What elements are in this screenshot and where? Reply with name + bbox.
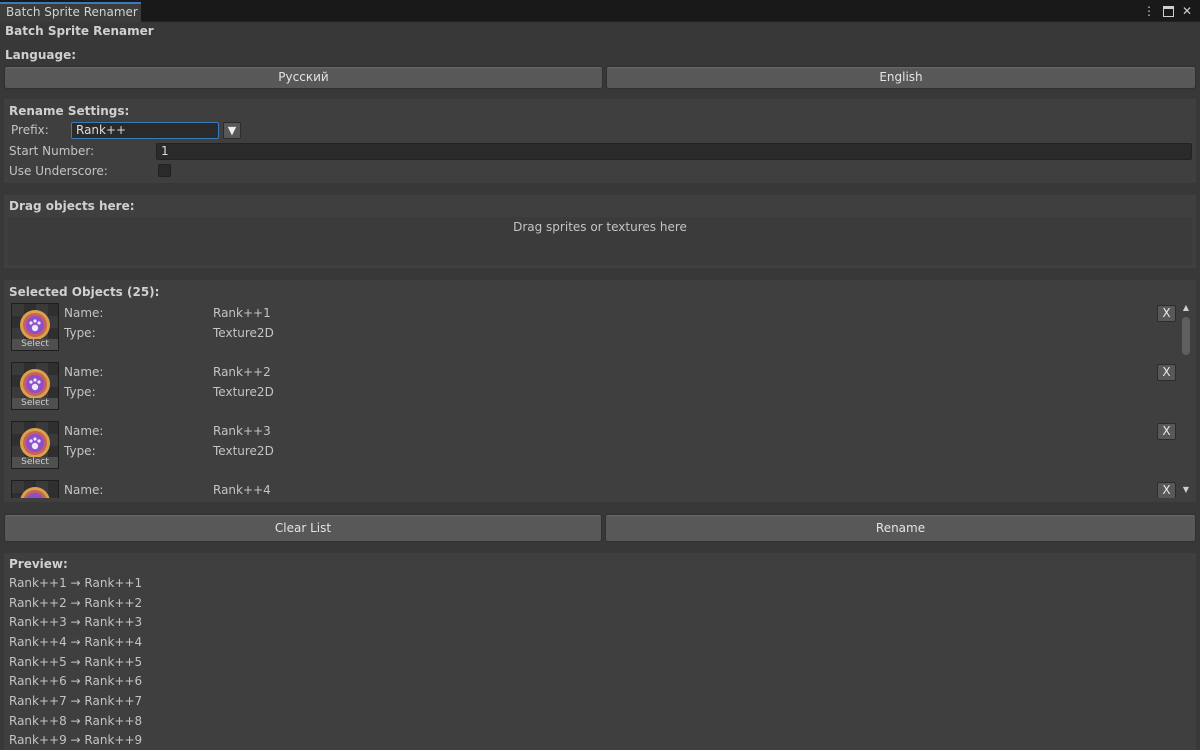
type-label: Type: (64, 326, 96, 340)
scroll-up-icon[interactable]: ▲ (1181, 303, 1191, 313)
selected-objects-title: Selected Objects (25): (9, 285, 160, 299)
remove-item-button[interactable]: X (1157, 364, 1176, 381)
name-label: Name: (64, 306, 104, 320)
preview-title: Preview: (9, 557, 68, 571)
select-label[interactable]: Select (12, 457, 58, 468)
prefix-label: Prefix: (11, 123, 49, 137)
rename-button[interactable]: Rename (605, 514, 1196, 542)
start-number-input[interactable]: 1 (156, 143, 1192, 160)
sprite-thumbnail[interactable]: Select (11, 362, 59, 410)
name-label: Name: (64, 365, 104, 379)
dropdown-arrow-icon: ▼ (227, 124, 237, 137)
select-label[interactable]: Select (12, 398, 58, 409)
clear-list-button[interactable]: Clear List (4, 514, 602, 542)
start-number-label: Start Number: (9, 144, 95, 158)
type-label: Type: (64, 444, 96, 458)
name-label: Name: (64, 483, 104, 497)
drag-title: Drag objects here: (9, 199, 135, 213)
window-heading: Batch Sprite Renamer (5, 24, 154, 38)
preview-panel (4, 553, 1196, 750)
preview-line: Rank++7 → Rank++7 (9, 694, 143, 708)
remove-item-button[interactable]: X (1157, 423, 1176, 440)
object-type: Texture2D (213, 385, 274, 399)
russian-language-button[interactable]: Русский (4, 66, 603, 89)
sprite-thumbnail[interactable]: Select (11, 421, 59, 469)
english-language-button[interactable]: English (606, 66, 1196, 89)
selected-objects-list: Select Name: Rank++1 Type: Texture2D X S… (0, 303, 1180, 498)
list-item: Select Name: Rank++1 Type: Texture2D X (8, 303, 1176, 359)
type-label: Type: (64, 385, 96, 399)
preview-line: Rank++1 → Rank++1 (9, 576, 143, 590)
drop-zone[interactable]: Drag sprites or textures here (8, 217, 1192, 265)
window-controls: ⋮ ✕ (1142, 3, 1194, 19)
window-tab-bar: Batch Sprite Renamer ⋮ ✕ (0, 0, 1200, 22)
kebab-menu-icon[interactable]: ⋮ (1142, 4, 1156, 18)
rename-settings-panel (4, 99, 1196, 183)
preview-line: Rank++8 → Rank++8 (9, 714, 143, 728)
paw-badge-icon (12, 481, 50, 498)
scroll-down-icon[interactable]: ▼ (1181, 485, 1191, 495)
preview-line: Rank++6 → Rank++6 (9, 674, 143, 688)
list-scrollbar[interactable]: ▲ ▼ (1180, 303, 1192, 497)
preview-line: Rank++5 → Rank++5 (9, 655, 143, 669)
window-tab[interactable]: Batch Sprite Renamer (0, 2, 141, 22)
object-name: Rank++2 (213, 365, 271, 379)
drop-zone-hint: Drag sprites or textures here (513, 220, 687, 234)
remove-item-button[interactable]: X (1157, 482, 1176, 498)
list-item: Select Name: Rank++3 Type: Texture2D X (8, 421, 1176, 477)
use-underscore-checkbox[interactable] (158, 164, 171, 177)
object-name: Rank++4 (213, 483, 271, 497)
sprite-thumbnail[interactable] (11, 480, 59, 498)
select-label[interactable]: Select (12, 339, 58, 350)
maximize-icon[interactable] (1161, 4, 1175, 18)
preview-line: Rank++3 → Rank++3 (9, 615, 143, 629)
use-underscore-label: Use Underscore: (9, 164, 108, 178)
preview-line: Rank++4 → Rank++4 (9, 635, 143, 649)
prefix-dropdown-button[interactable]: ▼ (223, 122, 241, 139)
preview-line: Rank++9 → Rank++9 (9, 733, 143, 747)
sprite-thumbnail[interactable]: Select (11, 303, 59, 351)
rename-settings-title: Rename Settings: (9, 104, 130, 118)
object-name: Rank++3 (213, 424, 271, 438)
preview-line: Rank++2 → Rank++2 (9, 596, 143, 610)
remove-item-button[interactable]: X (1157, 305, 1176, 322)
object-name: Rank++1 (213, 306, 271, 320)
list-item: Name: Rank++4 X (8, 480, 1176, 498)
scrollbar-thumb[interactable] (1182, 317, 1190, 355)
language-label: Language: (5, 48, 77, 62)
list-item: Select Name: Rank++2 Type: Texture2D X (8, 362, 1176, 418)
object-type: Texture2D (213, 444, 274, 458)
close-icon[interactable]: ✕ (1180, 4, 1194, 18)
object-type: Texture2D (213, 326, 274, 340)
name-label: Name: (64, 424, 104, 438)
prefix-input[interactable]: Rank++ (71, 122, 219, 139)
